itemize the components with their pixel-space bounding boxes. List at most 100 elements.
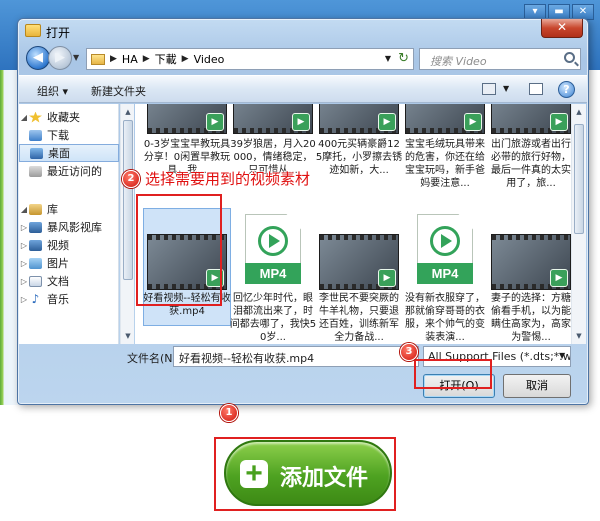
file-name: 回忆少年时代，眼泪都流出来了，时间都去哪了，我快50岁... xyxy=(229,293,317,343)
address-bar[interactable]: ▶ HA ▶ 下載 ▶ Video ▼ ↻ xyxy=(86,48,414,70)
file-list-scrollbar[interactable]: ▲ ▼ xyxy=(571,104,586,344)
nav-item-music[interactable]: ▷ ♪ 音乐 xyxy=(19,290,119,308)
downloads-folder-icon xyxy=(29,129,42,141)
help-icon[interactable]: ? xyxy=(558,81,575,98)
file-tile[interactable]: ▶ 出门旅游或者出行必带的旅行好物，最后一件真的太实用了，旅... xyxy=(487,104,571,196)
refresh-icon[interactable]: ↻ xyxy=(398,51,409,66)
preview-pane-icon[interactable] xyxy=(529,83,543,95)
breadcrumb-item[interactable]: 下載 xyxy=(155,51,177,67)
file-tile[interactable]: ▶ 妻子的选择：方糖偷看手机，以为能瞒住高家为，高家为警惕... xyxy=(487,208,571,343)
video-thumbnail: ▶ xyxy=(405,104,485,134)
plus-icon: + xyxy=(240,459,268,489)
breadcrumb-item[interactable]: Video xyxy=(194,53,225,66)
chevron-right-icon[interactable]: ▶ xyxy=(143,54,150,64)
video-badge-icon: ▶ xyxy=(206,113,224,131)
history-dropdown-icon[interactable]: ▼ xyxy=(73,53,79,62)
favorites-star-icon xyxy=(29,111,42,123)
file-name: 妻子的选择：方糖偷看手机，以为能瞒住高家为，高家为警惕... xyxy=(491,293,571,343)
expand-arrow-icon[interactable]: ▷ xyxy=(19,259,29,268)
dialog-close-button[interactable]: ✕ xyxy=(541,19,583,38)
expand-arrow-icon[interactable]: ▷ xyxy=(19,223,29,232)
navigation-pane: ◢ 收藏夹 下载 桌面 最近访问的 ◢ 库 ▷ 暴风影视库 ▷ 视频 ▷ 图片 … xyxy=(19,104,119,344)
view-mode-icon[interactable] xyxy=(482,83,496,95)
step-3-marker: 3 xyxy=(400,343,418,361)
add-file-button[interactable]: + 添加文件 xyxy=(224,440,392,506)
nav-item-recent[interactable]: 最近访问的 xyxy=(19,162,119,180)
video-badge-icon: ▶ xyxy=(292,113,310,131)
nav-item-video-library[interactable]: ▷ 暴风影视库 xyxy=(19,218,119,236)
nav-label: 视频 xyxy=(47,239,69,252)
chevron-right-icon[interactable]: ▶ xyxy=(182,54,189,64)
file-name: 李世民不要突厥的牛羊礼物，只要退还百姓，训练新军全力备战... xyxy=(319,293,399,343)
desktop-icon xyxy=(30,147,43,159)
recent-places-icon xyxy=(29,165,42,177)
scroll-thumb[interactable] xyxy=(123,120,133,280)
search-icon[interactable] xyxy=(564,52,575,63)
back-button[interactable]: ◀ xyxy=(26,46,50,70)
scroll-up-icon[interactable]: ▲ xyxy=(122,105,134,119)
expand-arrow-icon[interactable]: ▷ xyxy=(19,277,29,286)
toolbar: 组织 ▾ 新建文件夹 ▼ ? xyxy=(19,75,587,103)
nav-item-favorites[interactable]: ◢ 收藏夹 xyxy=(19,108,119,126)
file-tile[interactable]: MP4 回忆少年时代，眼泪都流出来了，时间都去哪了，我快50岁... xyxy=(229,208,317,343)
address-dropdown-icon[interactable]: ▼ xyxy=(385,54,391,63)
scroll-thumb[interactable] xyxy=(574,124,584,234)
nav-item-pictures[interactable]: ▷ 图片 xyxy=(19,254,119,272)
video-badge-icon: ▶ xyxy=(464,113,482,131)
mp4-file-icon: MP4 xyxy=(417,214,473,284)
expand-arrow-icon[interactable]: ◢ xyxy=(19,113,29,122)
video-thumbnail: ▶ xyxy=(147,104,227,134)
file-tile[interactable]: MP4 没有新衣服穿了，那就偷穿哥哥的衣服，来个帅气的变装表演... xyxy=(401,208,489,343)
file-tile[interactable]: ▶ 宝宝毛绒玩具带来的危害，你还在给宝宝玩吗，新手爸妈要注意... xyxy=(401,104,489,196)
expand-arrow-icon[interactable]: ▷ xyxy=(19,241,29,250)
step-2-marker: 2 xyxy=(122,170,140,188)
video-thumbnail: ▶ xyxy=(319,234,399,290)
nav-label: 最近访问的 xyxy=(47,165,102,178)
video-thumbnail: ▶ xyxy=(233,104,313,134)
dialog-titlebar[interactable]: 打开 ✕ xyxy=(18,19,588,43)
scroll-down-icon[interactable]: ▼ xyxy=(573,329,585,343)
nav-label: 图片 xyxy=(47,257,69,270)
file-name: 400元买辆豪爵125摩托，小罗擦去锈迹如新，大... xyxy=(315,139,403,176)
chevron-right-icon[interactable]: ▶ xyxy=(110,54,117,64)
dialog-title: 打开 xyxy=(46,26,71,40)
view-dropdown-icon[interactable]: ▼ xyxy=(503,84,509,93)
organize-menu[interactable]: 组织 ▾ xyxy=(37,83,68,99)
chevron-down-icon[interactable]: ▼ xyxy=(559,351,565,360)
file-tile[interactable]: ▶ 400元买辆豪爵125摩托，小罗擦去锈迹如新，大... xyxy=(315,104,403,196)
expand-arrow-icon[interactable]: ◢ xyxy=(19,205,29,214)
video-badge-icon: ▶ xyxy=(550,269,568,287)
nav-label: 暴风影视库 xyxy=(47,221,102,234)
forward-button[interactable]: ▶ xyxy=(48,46,72,70)
videos-icon xyxy=(29,239,42,251)
selected-file-highlight-box xyxy=(136,194,222,306)
filename-input[interactable]: 好看视频--轻松有收获.mp4 xyxy=(173,346,419,367)
nav-label: 音乐 xyxy=(47,293,69,306)
add-file-label: 添加文件 xyxy=(280,466,369,491)
nav-label: 文档 xyxy=(47,275,69,288)
search-input[interactable]: 搜索 Video xyxy=(419,48,581,70)
libraries-icon xyxy=(29,203,42,215)
video-thumbnail: ▶ xyxy=(491,234,571,290)
nav-item-downloads[interactable]: 下载 xyxy=(19,126,119,144)
nav-item-documents[interactable]: ▷ 文档 xyxy=(19,272,119,290)
breadcrumb-item[interactable]: HA xyxy=(122,53,138,66)
expand-arrow-icon[interactable]: ▷ xyxy=(19,295,29,304)
navigation-scrollbar[interactable]: ▲ ▼ xyxy=(120,104,134,344)
nav-item-desktop[interactable]: 桌面 xyxy=(19,144,119,162)
folder-icon xyxy=(25,24,41,37)
scroll-up-icon[interactable]: ▲ xyxy=(573,105,585,119)
cancel-button[interactable]: 取消 xyxy=(503,374,571,398)
file-name: 没有新衣服穿了，那就偷穿哥哥的衣服，来个帅气的变装表演... xyxy=(405,293,485,343)
file-name: 出门旅游或者出行必带的旅行好物，最后一件真的太实用了，旅... xyxy=(491,139,571,189)
music-icon: ♪ xyxy=(31,291,40,306)
file-tile[interactable]: ▶ 李世民不要突厥的牛羊礼物，只要退还百姓，训练新军全力备战... xyxy=(315,208,403,343)
new-folder-button[interactable]: 新建文件夹 xyxy=(91,83,146,99)
step-1-marker: 1 xyxy=(220,404,238,422)
documents-icon xyxy=(29,275,42,287)
scroll-down-icon[interactable]: ▼ xyxy=(122,329,134,343)
mp4-file-icon: MP4 xyxy=(245,214,301,284)
nav-label: 桌面 xyxy=(48,147,70,160)
nav-item-libraries[interactable]: ◢ 库 xyxy=(19,200,119,218)
nav-item-videos[interactable]: ▷ 视频 xyxy=(19,236,119,254)
